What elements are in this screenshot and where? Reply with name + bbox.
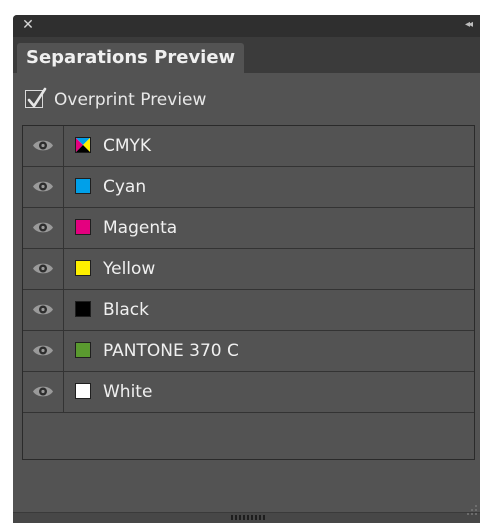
eye-icon xyxy=(33,181,53,192)
visibility-toggle[interactable] xyxy=(23,249,64,289)
color-swatch-icon xyxy=(75,301,91,317)
visibility-toggle[interactable] xyxy=(23,372,64,412)
separation-row-magenta[interactable]: Magenta xyxy=(23,208,474,249)
close-icon[interactable]: ✕ xyxy=(21,17,35,33)
collapse-panel-icon[interactable]: ◂◂ xyxy=(460,17,476,33)
visibility-toggle[interactable] xyxy=(23,208,64,248)
eye-icon xyxy=(33,222,53,233)
overprint-preview-label: Overprint Preview xyxy=(54,90,207,110)
cmyk-swatch-icon xyxy=(75,137,91,153)
separation-row-cyan[interactable]: Cyan xyxy=(23,167,474,208)
eye-icon xyxy=(33,304,53,315)
separation-row-cmyk[interactable]: CMYK xyxy=(23,126,474,167)
tab-separations-preview[interactable]: Separations Preview xyxy=(17,43,244,73)
tab-strip: Separations Preview xyxy=(13,37,480,73)
color-swatch-icon xyxy=(75,260,91,276)
visibility-toggle[interactable] xyxy=(23,290,64,330)
separation-row-white[interactable]: White xyxy=(23,372,474,413)
color-swatch-icon xyxy=(75,342,91,358)
visibility-toggle[interactable] xyxy=(23,331,64,371)
separation-name: Magenta xyxy=(103,218,178,238)
color-swatch-icon xyxy=(75,383,91,399)
separation-name: Black xyxy=(103,300,149,320)
overprint-preview-option[interactable]: Overprint Preview xyxy=(25,87,285,113)
eye-icon xyxy=(33,386,53,397)
separation-row-pantone-370c[interactable]: PANTONE 370 C xyxy=(23,331,474,372)
separation-name: Yellow xyxy=(103,259,156,279)
eye-icon xyxy=(33,263,53,274)
separation-row-black[interactable]: Black xyxy=(23,290,474,331)
color-swatch-icon xyxy=(75,178,91,194)
checkmark-icon xyxy=(27,87,47,108)
visibility-toggle[interactable] xyxy=(23,167,64,207)
eye-icon xyxy=(33,345,53,356)
panel-title-bar[interactable]: ✕ ◂◂ xyxy=(13,15,480,37)
color-swatch-icon xyxy=(75,219,91,235)
resize-corner-icon[interactable] xyxy=(464,502,478,516)
overprint-preview-checkbox[interactable] xyxy=(25,87,47,108)
separation-row-yellow[interactable]: Yellow xyxy=(23,249,474,290)
separations-preview-panel: ✕ ◂◂ Separations Preview Overprint Previ… xyxy=(13,15,480,523)
separation-name: PANTONE 370 C xyxy=(103,341,239,361)
separation-name: White xyxy=(103,382,153,402)
resize-grip-icon[interactable] xyxy=(231,515,267,520)
eye-icon xyxy=(33,140,53,151)
separation-name: Cyan xyxy=(103,177,147,197)
visibility-toggle[interactable] xyxy=(23,126,64,166)
separation-name: CMYK xyxy=(103,136,152,156)
separations-list: CMYK Cyan Magenta Yellow Black PANTONE 3… xyxy=(22,125,475,460)
